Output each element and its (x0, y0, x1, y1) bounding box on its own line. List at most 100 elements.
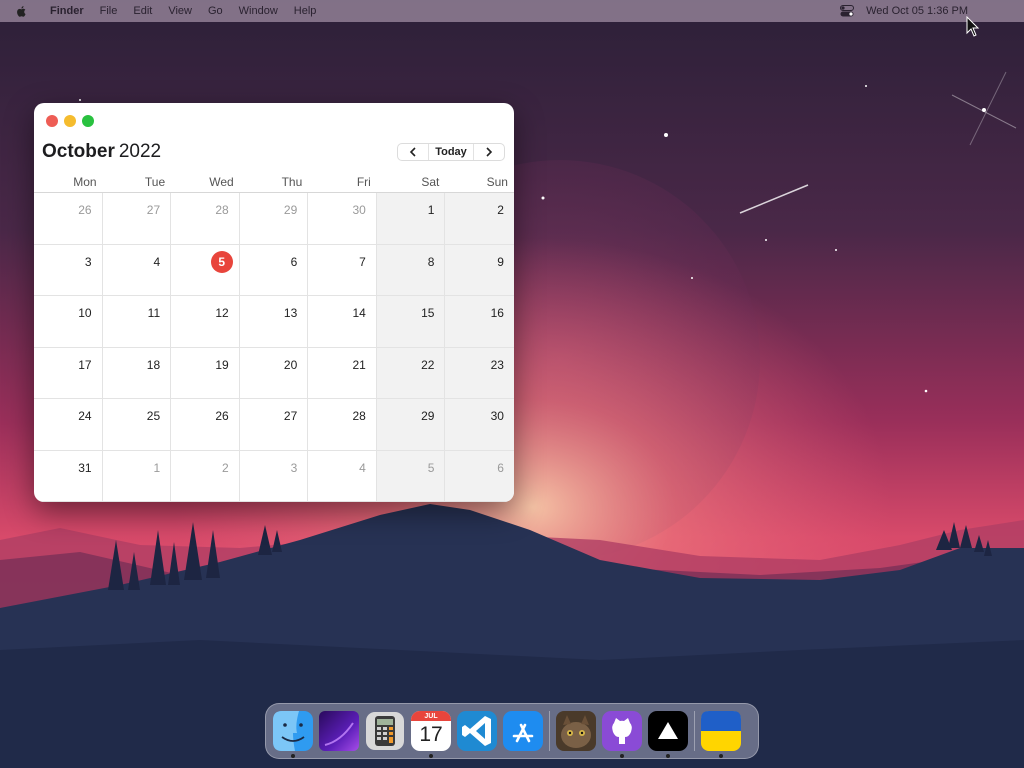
day-cell[interactable]: 26 (34, 193, 103, 245)
day-number: 7 (359, 254, 366, 269)
day-cell[interactable]: 6 (445, 450, 514, 502)
app-store-icon (503, 711, 543, 751)
weekday-label: Mon (73, 175, 97, 189)
finder-icon (273, 711, 313, 751)
dock-calendar[interactable]: JUL 17 (411, 711, 451, 758)
day-number: 11 (147, 306, 161, 320)
day-number: 19 (215, 357, 229, 372)
day-cell[interactable]: 22 (376, 347, 446, 399)
day-number: 9 (497, 254, 504, 269)
running-indicator (291, 754, 295, 758)
dock-vscode[interactable] (457, 711, 497, 751)
day-cell[interactable]: 18 (102, 347, 172, 399)
day-cell[interactable]: 24 (34, 399, 103, 451)
dock-ukraine-flag[interactable] (701, 711, 741, 758)
menu-help[interactable]: Help (294, 5, 317, 17)
day-number: 30 (352, 203, 366, 217)
day-cell[interactable]: 2 (445, 193, 514, 245)
day-cell[interactable]: 4 (102, 244, 172, 296)
day-cell[interactable]: 29 (376, 399, 446, 451)
day-cell[interactable]: 16 (445, 296, 514, 348)
day-cell[interactable]: 1 (376, 193, 446, 245)
day-cell[interactable]: 10 (34, 296, 103, 348)
day-cell[interactable]: 11 (102, 296, 172, 348)
menu-app-finder[interactable]: Finder (50, 5, 84, 17)
day-cell[interactable]: 7 (308, 244, 377, 296)
day-number: 15 (421, 306, 435, 320)
day-cell[interactable]: 20 (239, 347, 309, 399)
day-cell[interactable]: 8 (376, 244, 446, 296)
day-cell[interactable]: 26 (171, 399, 240, 451)
day-cell[interactable]: 4 (308, 450, 377, 502)
day-number: 27 (146, 203, 161, 217)
dock-separator (694, 711, 695, 751)
day-cell[interactable]: 28 (308, 399, 377, 451)
menu-view[interactable]: View (168, 5, 192, 17)
day-cell[interactable]: 6 (239, 244, 309, 296)
day-cell[interactable]: 19 (171, 347, 240, 399)
apple-icon[interactable] (16, 4, 30, 18)
day-cell[interactable]: 14 (308, 296, 377, 348)
day-cell[interactable]: 3 (34, 244, 103, 296)
day-number: 22 (421, 357, 435, 372)
calendar-window: October 2022 Today Mon Tue Wed Thu Fri Sa… (34, 103, 514, 502)
day-cell[interactable]: 29 (239, 193, 309, 245)
window-controls (46, 115, 94, 127)
github-desktop-icon (602, 711, 642, 751)
day-cell[interactable]: 27 (239, 399, 309, 451)
previous-month-button[interactable] (398, 144, 428, 160)
menu-edit[interactable]: Edit (133, 5, 152, 17)
day-cell[interactable]: 21 (308, 347, 377, 399)
day-cell[interactable]: 3 (239, 450, 309, 502)
day-number: 20 (283, 357, 298, 372)
weekday-label: Sun (486, 175, 508, 189)
dock-finder[interactable] (273, 711, 313, 758)
day-cell[interactable]: 30 (308, 193, 377, 245)
day-cell[interactable]: 9 (445, 244, 514, 296)
day-number: 4 (359, 460, 366, 475)
calendar-icon-day: 17 (419, 723, 443, 746)
minimize-button[interactable] (64, 115, 76, 127)
day-cell[interactable]: 23 (445, 347, 514, 399)
day-cell[interactable]: 25 (102, 399, 172, 451)
day-cell[interactable]: 31 (34, 450, 103, 502)
chevron-right-icon (486, 147, 493, 157)
day-cell[interactable]: 12 (171, 296, 240, 348)
dock-app-store[interactable] (503, 711, 543, 751)
running-indicator (719, 754, 723, 758)
day-number: 6 (290, 254, 298, 269)
dock-launchpad[interactable] (319, 711, 359, 751)
today-button[interactable]: Today (428, 144, 474, 160)
day-cell[interactable]: 1 (102, 450, 172, 502)
control-center-icon[interactable] (840, 5, 855, 17)
day-cell[interactable]: 13 (239, 296, 309, 348)
day-cell[interactable]: 28 (171, 193, 240, 245)
day-cell[interactable]: 15 (376, 296, 446, 348)
day-number: 8 (427, 254, 435, 269)
day-number: 21 (352, 357, 366, 372)
mouse-cursor-icon (966, 16, 980, 37)
zoom-button[interactable] (82, 115, 94, 127)
menubar-clock[interactable]: Wed Oct 05 1:36 PM (866, 5, 968, 17)
dock-github-desktop[interactable] (602, 711, 642, 758)
day-cell[interactable]: 30 (445, 399, 514, 451)
day-cell[interactable]: 17 (34, 347, 103, 399)
day-cell[interactable]: 5 (376, 450, 446, 502)
dock-cat-photo[interactable] (556, 711, 596, 751)
dock-calculator[interactable] (365, 711, 405, 751)
close-button[interactable] (46, 115, 58, 127)
menu-go[interactable]: Go (208, 5, 223, 17)
day-cell[interactable]: 2 (171, 450, 240, 502)
day-cell-today[interactable]: 5 (171, 244, 240, 296)
day-number: 10 (78, 306, 92, 320)
menu-window[interactable]: Window (239, 5, 278, 17)
day-cell[interactable]: 27 (102, 193, 172, 245)
launchpad-icon (319, 711, 359, 751)
day-number: 26 (215, 409, 229, 423)
day-number: 2 (497, 203, 504, 217)
dock-vercel[interactable] (648, 711, 688, 758)
next-month-button[interactable] (474, 144, 504, 160)
menu-file[interactable]: File (100, 5, 118, 17)
day-number: 12 (215, 306, 229, 320)
day-number: 31 (78, 460, 92, 475)
